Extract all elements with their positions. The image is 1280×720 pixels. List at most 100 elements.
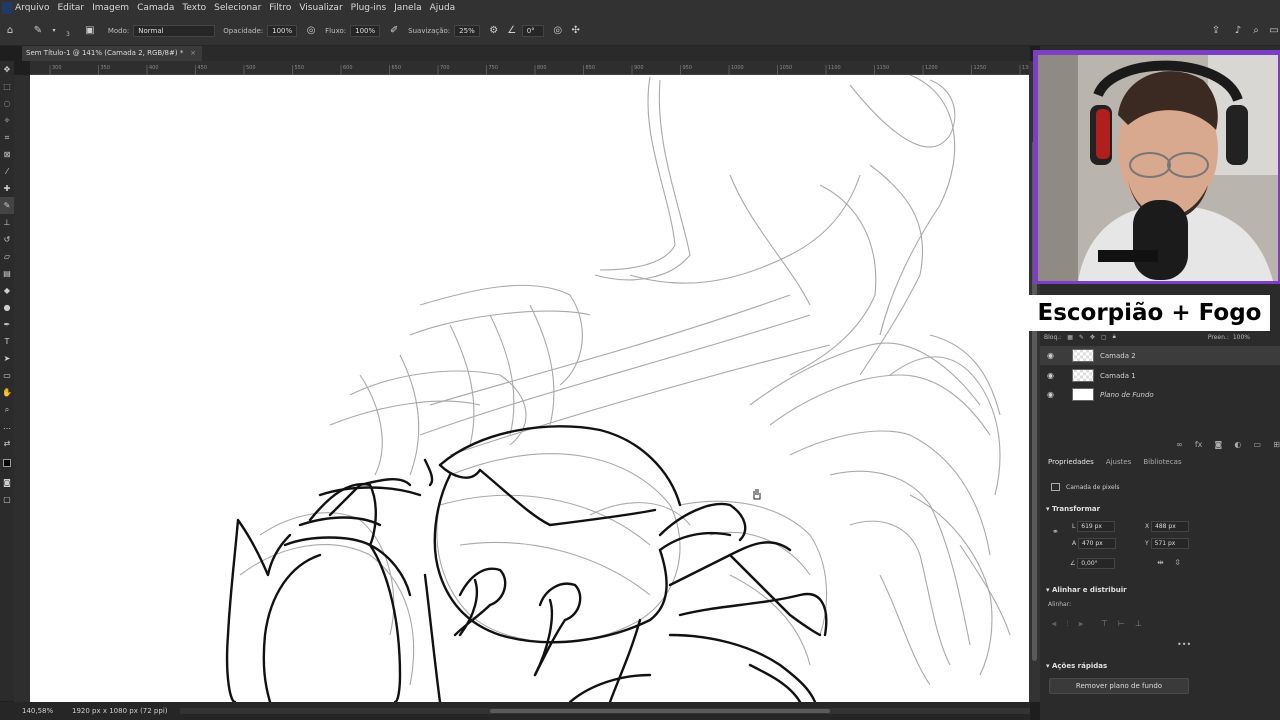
brush-settings-icon[interactable]: ▣ xyxy=(84,25,96,37)
transform-section-title[interactable]: ▾ Transformar xyxy=(1046,505,1100,513)
smoothing-field[interactable]: 25% xyxy=(454,24,480,37)
menu-select[interactable]: Selecionar xyxy=(214,3,261,13)
pressure-size-icon[interactable]: ◎ xyxy=(552,25,564,37)
group-icon[interactable]: ▭ xyxy=(1254,440,1262,452)
pressure-opacity-icon[interactable]: ◎ xyxy=(305,25,317,37)
frame-tool-icon[interactable]: ⊠ xyxy=(0,146,14,163)
menu-window[interactable]: Janela xyxy=(394,3,421,13)
layer-row[interactable]: ◉ Camada 1 xyxy=(1040,366,1280,385)
home-icon[interactable]: ⌂ xyxy=(4,25,16,37)
height-value[interactable]: 470 px xyxy=(1078,538,1117,549)
move-tool-icon[interactable]: ✥ xyxy=(0,61,14,78)
fx-icon[interactable]: fx xyxy=(1195,440,1203,452)
airbrush-icon[interactable]: ✐ xyxy=(388,25,400,37)
align-section-title[interactable]: ▾ Alinhar e distribuir xyxy=(1046,586,1127,594)
h-scrollbar-thumb[interactable] xyxy=(490,709,830,713)
flow-field[interactable]: 100% xyxy=(350,24,381,37)
canvas[interactable] xyxy=(30,75,1029,702)
gradient-icon[interactable]: ▤ xyxy=(0,265,14,282)
mode-dropdown[interactable]: Normal xyxy=(133,24,216,37)
brush-size-preview[interactable]: 3 xyxy=(66,31,70,38)
healing-brush-icon[interactable]: ✚ xyxy=(0,180,14,197)
remove-background-button[interactable]: Remover plano de fundo xyxy=(1049,678,1189,694)
more-tools-icon[interactable]: … xyxy=(0,418,14,435)
y-field[interactable]: Y 571 px xyxy=(1145,538,1189,549)
document-tab[interactable]: Sem Título-1 @ 141% (Camada 2, RGB/8#) *… xyxy=(22,46,202,61)
flip-vertical-icon[interactable]: ⇳ xyxy=(1174,558,1181,567)
marquee-tool-icon[interactable]: ⬚ xyxy=(0,78,14,95)
pen-icon[interactable]: ✒ xyxy=(0,316,14,333)
y-value[interactable]: 571 px xyxy=(1150,538,1189,549)
width-value[interactable]: 619 px xyxy=(1077,521,1116,532)
align-right-icon[interactable]: ⫸ xyxy=(1079,619,1084,629)
menu-help[interactable]: Ajuda xyxy=(430,3,456,13)
menu-file[interactable]: Arquivo xyxy=(15,3,49,13)
visibility-eye-icon[interactable]: ◉ xyxy=(1047,371,1059,380)
magic-wand-icon[interactable]: ✧ xyxy=(0,112,14,129)
opacity-field[interactable]: 100% xyxy=(267,24,298,37)
height-field[interactable]: A 470 px xyxy=(1072,538,1117,549)
angle-field[interactable]: 0° xyxy=(521,24,544,37)
swap-colors-icon[interactable]: ⇄ xyxy=(0,435,14,452)
lock-artboard-icon[interactable]: ▢ xyxy=(1101,334,1107,341)
menu-plugins[interactable]: Plug-ins xyxy=(351,3,387,13)
align-top-icon[interactable]: ⊤ xyxy=(1101,619,1108,629)
chevron-down-icon[interactable]: ▾ xyxy=(48,25,60,37)
tab-properties[interactable]: Propriedades xyxy=(1048,458,1094,472)
link-icon[interactable]: ⚭ xyxy=(1052,527,1059,536)
lock-pixels-icon[interactable]: ✎ xyxy=(1079,334,1084,341)
menu-filter[interactable]: Filtro xyxy=(269,3,291,13)
more-options-icon[interactable]: ••• xyxy=(1177,640,1191,649)
tab-libraries[interactable]: Bibliotecas xyxy=(1143,458,1181,472)
gear-icon[interactable]: ⚙ xyxy=(488,25,500,37)
rotation-value[interactable]: 0,00° xyxy=(1077,558,1116,569)
menu-view[interactable]: Visualizar xyxy=(299,3,342,13)
zoom-icon[interactable]: ⌕ xyxy=(0,401,14,418)
lock-transparency-icon[interactable]: ▦ xyxy=(1067,334,1073,341)
zoom-level[interactable]: 140,58% xyxy=(22,707,66,715)
quick-actions-title[interactable]: ▾ Ações rápidas xyxy=(1046,662,1107,670)
path-select-icon[interactable]: ➤ xyxy=(0,350,14,367)
align-left-icon[interactable]: ⫷ xyxy=(1052,619,1057,629)
layer-row[interactable]: ◉ Plano de Fundo xyxy=(1040,385,1280,404)
crop-tool-icon[interactable]: ⌗ xyxy=(0,129,14,146)
new-layer-icon[interactable]: ⊞ xyxy=(1273,440,1280,452)
align-bottom-icon[interactable]: ⊥ xyxy=(1135,619,1142,629)
menu-layer[interactable]: Camada xyxy=(137,3,174,13)
bell-icon[interactable]: ♪ xyxy=(1232,25,1244,37)
hand-icon[interactable]: ✋ xyxy=(0,384,14,401)
align-center-icon[interactable]: ⫶ xyxy=(1067,619,1069,629)
menu-type[interactable]: Texto xyxy=(182,3,206,13)
search-icon[interactable]: ⌕ xyxy=(1250,25,1262,37)
symmetry-icon[interactable]: ✣ xyxy=(570,25,582,37)
horizontal-scrollbar[interactable] xyxy=(180,708,1030,714)
eraser-icon[interactable]: ▱ xyxy=(0,248,14,265)
mask-icon[interactable]: ◙ xyxy=(1215,440,1223,452)
quick-mask-icon[interactable]: ◙ xyxy=(0,474,14,491)
link-layers-icon[interactable]: ∞ xyxy=(1176,440,1183,452)
lasso-tool-icon[interactable]: ◌ xyxy=(0,95,14,112)
flip-horizontal-icon[interactable]: ⇹ xyxy=(1157,558,1164,567)
share-icon[interactable]: ⇪ xyxy=(1210,25,1222,37)
lock-all-icon[interactable]: 🔒︎ xyxy=(1113,333,1116,341)
color-swatch[interactable] xyxy=(0,452,14,474)
x-value[interactable]: 488 px xyxy=(1151,521,1190,532)
shape-icon[interactable]: ▭ xyxy=(0,367,14,384)
close-icon[interactable]: × xyxy=(190,49,196,57)
menu-image[interactable]: Imagem xyxy=(92,3,129,13)
align-middle-icon[interactable]: ⊢ xyxy=(1118,619,1125,629)
visibility-eye-icon[interactable]: ◉ xyxy=(1047,390,1059,399)
tab-adjustments[interactable]: Ajustes xyxy=(1106,458,1132,472)
brush-icon[interactable]: ✎ xyxy=(0,197,14,214)
angle-field-props[interactable]: ∠ 0,00° xyxy=(1070,558,1116,569)
screen-mode-icon[interactable]: ▢ xyxy=(0,491,14,508)
width-field[interactable]: L 619 px xyxy=(1072,521,1116,532)
x-field[interactable]: X 488 px xyxy=(1145,521,1190,532)
visibility-eye-icon[interactable]: ◉ xyxy=(1047,351,1059,360)
blur-icon[interactable]: ◆ xyxy=(0,282,14,299)
dodge-icon[interactable]: ● xyxy=(0,299,14,316)
type-tool-icon[interactable]: T xyxy=(0,333,14,350)
eyedropper-icon[interactable]: ⁄ xyxy=(0,163,14,180)
fill-value[interactable]: 100% xyxy=(1233,334,1250,341)
menu-edit[interactable]: Editar xyxy=(57,3,84,13)
